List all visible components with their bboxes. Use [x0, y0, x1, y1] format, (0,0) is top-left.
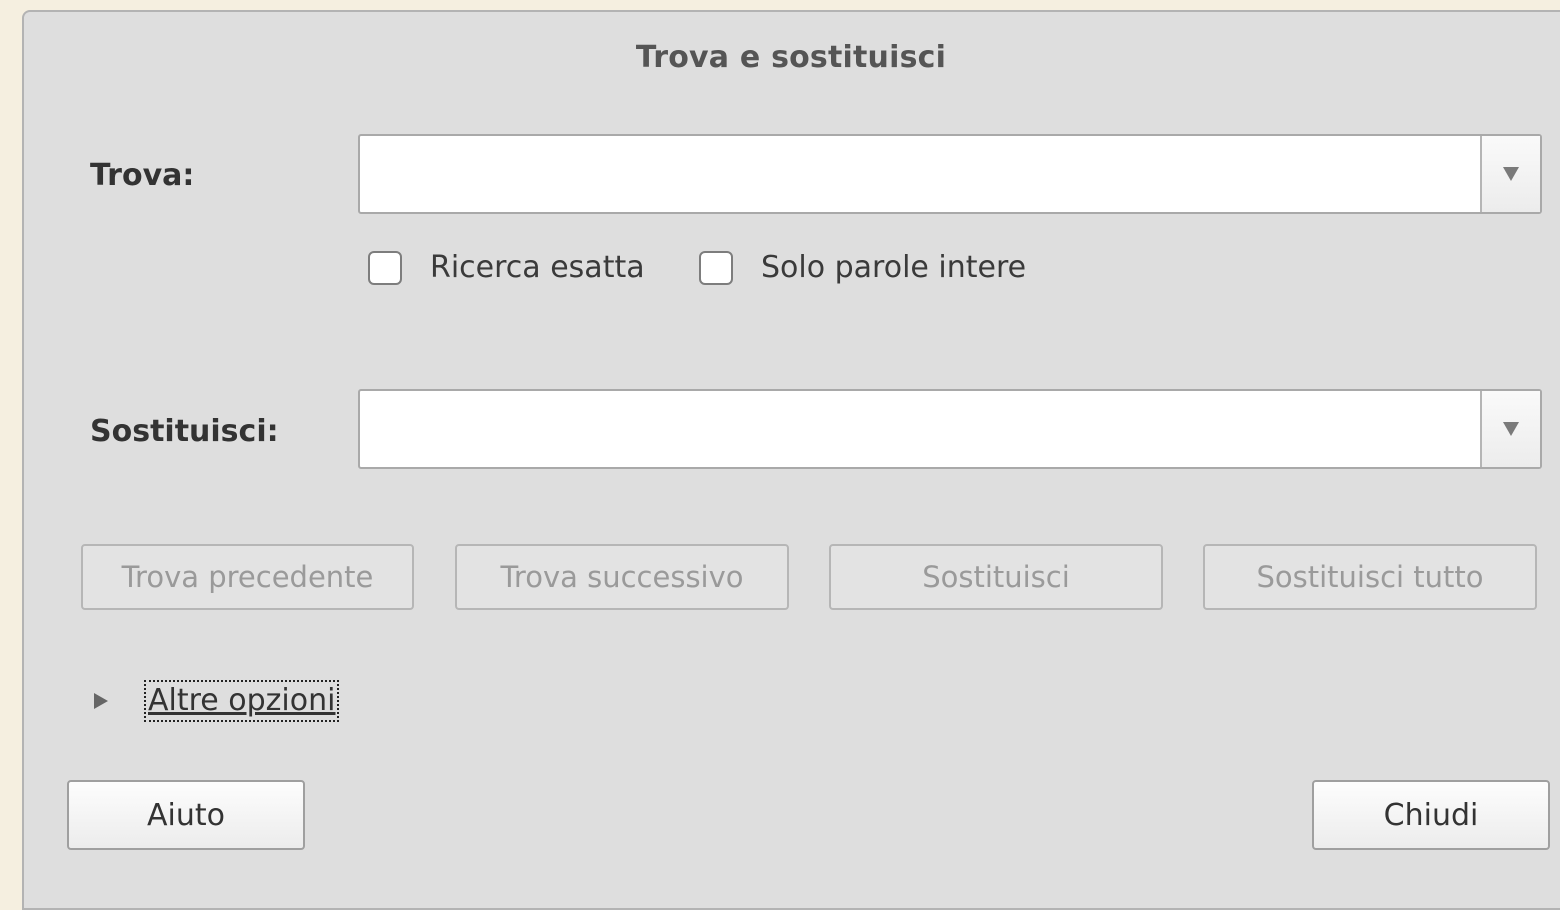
triangle-right-icon	[94, 693, 108, 709]
replace-button[interactable]: Sostituisci	[829, 544, 1163, 610]
find-combobox[interactable]	[358, 134, 1542, 214]
match-case-option[interactable]: Ricerca esatta	[368, 250, 645, 285]
find-label: Trova:	[90, 158, 195, 193]
replace-label: Sostituisci:	[90, 414, 279, 449]
replace-dropdown-button[interactable]	[1480, 391, 1540, 467]
replace-input[interactable]	[360, 391, 1478, 467]
more-options-label[interactable]: Altre opzioni	[143, 680, 340, 722]
dialog-title: Trova e sostituisci	[635, 40, 947, 75]
whole-words-option[interactable]: Solo parole intere	[699, 250, 1026, 285]
find-dropdown-button[interactable]	[1480, 136, 1540, 212]
match-case-checkbox[interactable]	[368, 250, 402, 285]
match-case-label: Ricerca esatta	[430, 250, 645, 285]
find-previous-button[interactable]: Trova precedente	[81, 544, 414, 610]
more-options-expander[interactable]: Altre opzioni	[94, 680, 340, 722]
close-button[interactable]: Chiudi	[1312, 780, 1550, 850]
find-next-button[interactable]: Trova successivo	[455, 544, 789, 610]
replace-combobox[interactable]	[358, 389, 1542, 469]
find-replace-dialog: Trova e sostituisci Trova: Ricerca esatt…	[22, 10, 1560, 910]
whole-words-label: Solo parole intere	[761, 250, 1027, 285]
triangle-down-icon	[1503, 422, 1519, 436]
help-button[interactable]: Aiuto	[67, 780, 305, 850]
whole-words-checkbox[interactable]	[699, 250, 733, 285]
find-input[interactable]	[360, 136, 1478, 212]
replace-all-button[interactable]: Sostituisci tutto	[1203, 544, 1537, 610]
triangle-down-icon	[1503, 167, 1519, 181]
